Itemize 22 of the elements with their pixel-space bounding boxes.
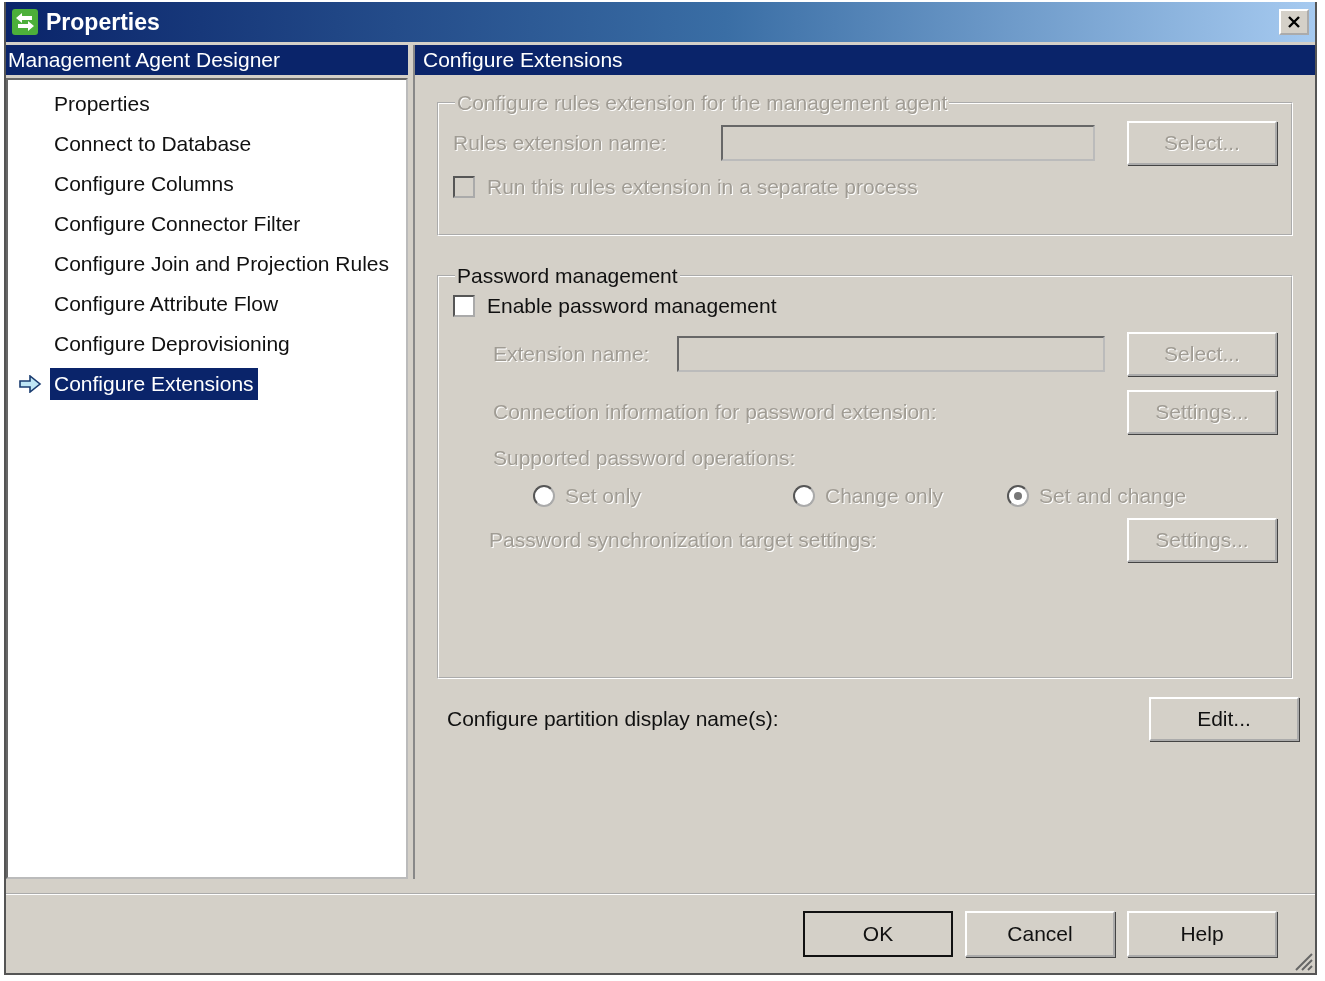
sidebar-item[interactable]: Configure Columns [50, 168, 238, 200]
sidebar-item[interactable]: Connect to Database [50, 128, 256, 160]
dialog-button[interactable]: Cancel [965, 911, 1115, 957]
sidebar-header: Management Agent Designer [6, 45, 408, 75]
close-icon [1287, 15, 1301, 29]
dialog-button[interactable]: Help [1127, 911, 1277, 957]
sidebar-item[interactable]: Configure Attribute Flow [50, 288, 283, 320]
dialog-button[interactable]: OK [803, 911, 953, 957]
edit-button[interactable]: Edit... [1149, 697, 1299, 741]
panel-header: Configure Extensions [415, 45, 1315, 75]
sidebar-item[interactable]: Configure Connector Filter [50, 208, 305, 240]
sidebar-item[interactable]: Properties [50, 88, 154, 120]
window-title: Properties [46, 8, 160, 36]
checkbox-label: Enable password management [487, 294, 777, 318]
arrows-icon [12, 9, 38, 35]
sidebar-item[interactable]: Configure Deprovisioning [50, 328, 294, 360]
group-title: Password management [456, 264, 679, 288]
sidebar-item[interactable]: Configure Extensions [50, 368, 258, 400]
arrow-icon [18, 375, 42, 393]
field-label: Configure partition display name(s): [447, 707, 779, 731]
close-button[interactable] [1279, 9, 1309, 35]
sidebar-item[interactable]: Configure Join and Projection Rules [50, 248, 394, 280]
